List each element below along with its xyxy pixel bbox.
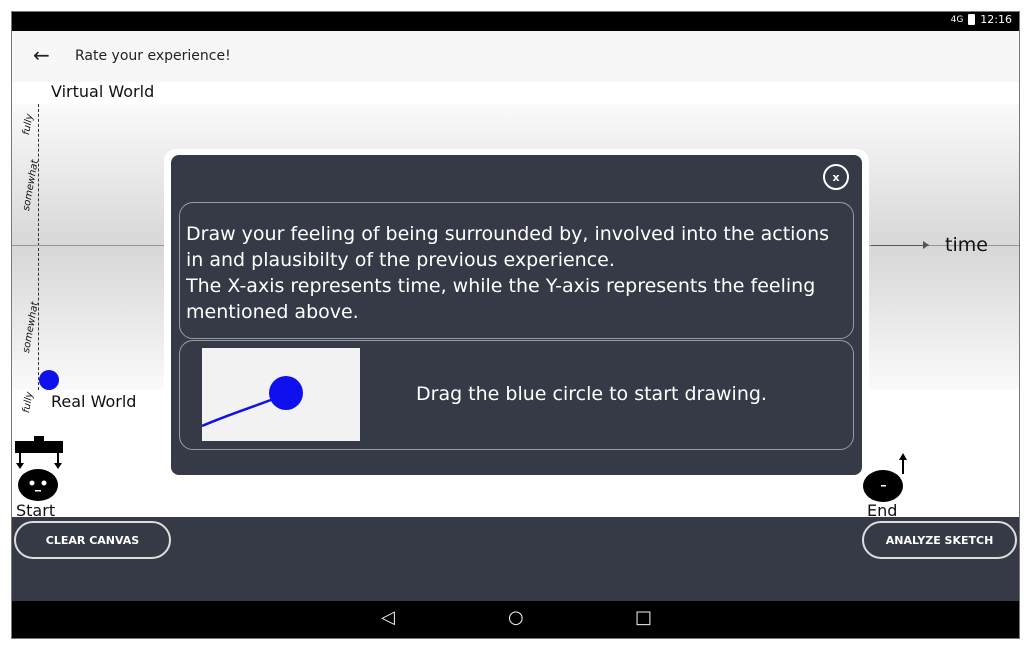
- hint-text: Drag the blue circle to start drawing.: [416, 383, 767, 405]
- battery-icon: [968, 14, 976, 25]
- page-title: Rate your experience!: [75, 48, 231, 64]
- action-bar: CLEAR CANVAS ANALYZE SKETCH: [11, 517, 1020, 601]
- signal-icon: 4G: [950, 14, 964, 25]
- device-screen: 4G 12:16 ← Rate your experience! Virtual…: [11, 11, 1020, 639]
- back-arrow-icon[interactable]: ←: [33, 43, 50, 67]
- status-bar: 4G 12:16: [11, 11, 1020, 31]
- time-arrow-head-icon: [923, 241, 929, 249]
- nav-home-icon[interactable]: ○: [508, 607, 524, 628]
- instructions-dialog: x Draw your feeling of being surrounded …: [171, 155, 862, 475]
- analyze-sketch-button[interactable]: ANALYZE SKETCH: [862, 521, 1017, 559]
- clear-canvas-button[interactable]: CLEAR CANVAS: [14, 521, 171, 559]
- nav-back-icon[interactable]: ◁: [381, 607, 395, 628]
- time-axis-label: time: [945, 234, 988, 256]
- drag-preview-image: [202, 348, 360, 441]
- instruction-line-1: Draw your feeling of being surrounded by…: [186, 223, 830, 271]
- app-bar: ← Rate your experience!: [11, 31, 1020, 82]
- system-nav-bar: ◁ ○ □: [11, 601, 1020, 639]
- instruction-line-2: The X-axis represents time, while the Y-…: [186, 275, 816, 323]
- y-axis-line: [38, 104, 39, 390]
- instruction-text: Draw your feeling of being surrounded by…: [186, 221, 846, 325]
- real-world-label: Real World: [51, 392, 137, 411]
- status-time: 12:16: [980, 13, 1012, 26]
- drag-circle[interactable]: [39, 370, 59, 390]
- time-arrow-line: [871, 245, 929, 246]
- start-avatar-icon: [15, 436, 63, 501]
- nav-recents-icon[interactable]: □: [635, 607, 652, 628]
- virtual-world-label: Virtual World: [51, 82, 155, 101]
- close-button[interactable]: x: [823, 164, 849, 190]
- y-tick-fully-bottom: fully: [21, 390, 36, 414]
